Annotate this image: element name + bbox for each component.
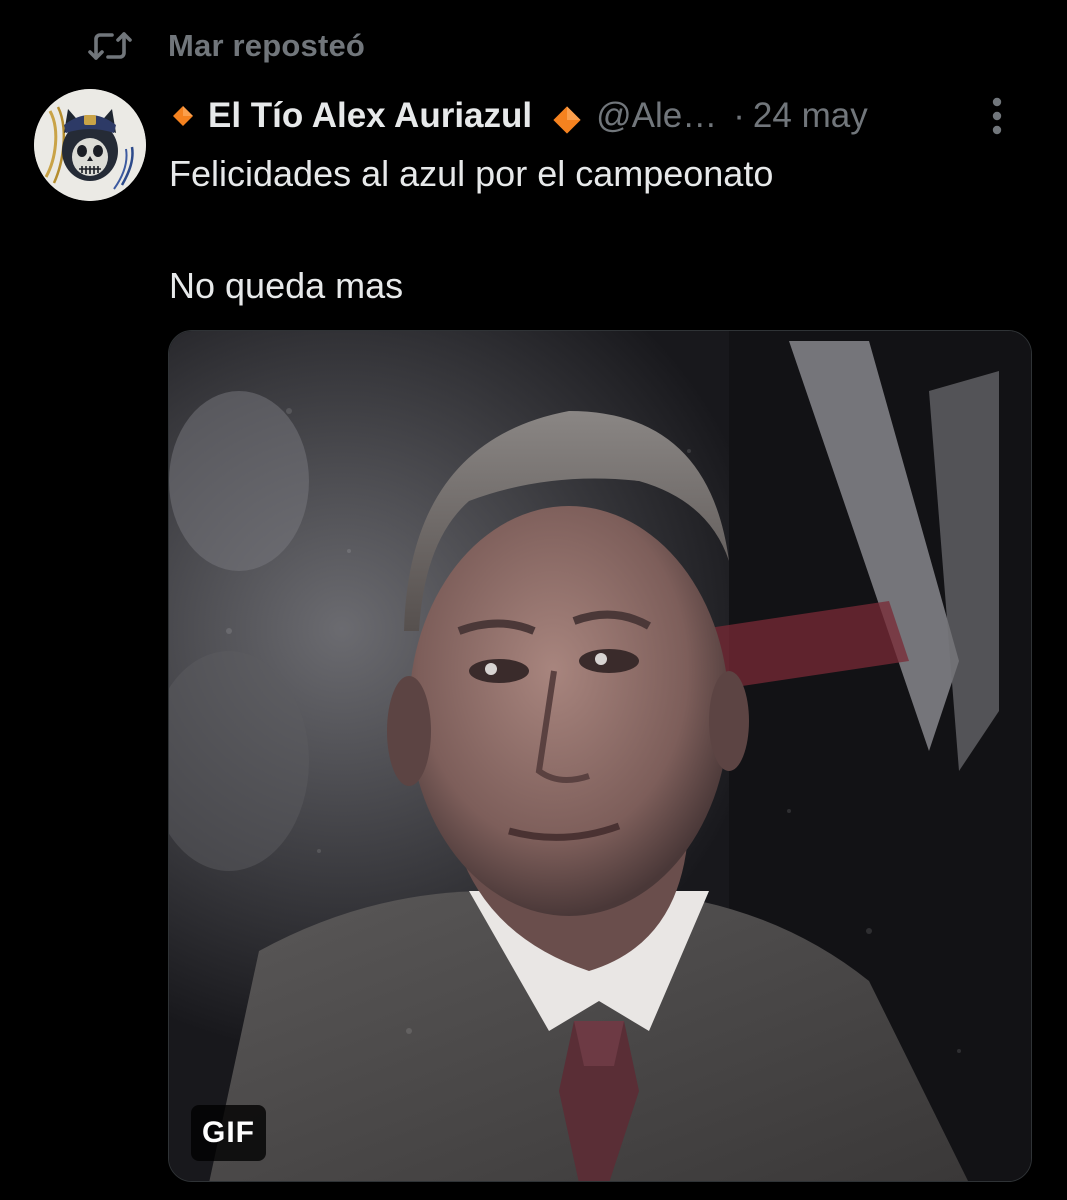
gif-badge: GIF: [191, 1105, 266, 1161]
repost-header: Mar reposteó: [88, 24, 365, 68]
post-text-line: No queda mas: [169, 265, 404, 306]
author-name[interactable]: El Tío Alex Auriazul: [208, 96, 532, 136]
post-header: El Tío Alex Auriazul @Ale… · 24 may: [172, 88, 1037, 144]
repost-icon: [88, 29, 134, 63]
post-text-line: Felicidades al azul por el campeonato: [169, 153, 774, 194]
orange-diamond-icon: [172, 105, 194, 127]
post-text: Felicidades al azul por el campeonato No…: [169, 146, 1029, 314]
separator-dot: ·: [733, 96, 745, 135]
more-vertical-icon[interactable]: [977, 96, 1017, 136]
post-date[interactable]: 24 may: [753, 96, 868, 136]
post-gif-media[interactable]: GIF: [168, 330, 1032, 1182]
orange-diamond-icon: [552, 105, 581, 134]
repost-label[interactable]: Mar reposteó: [168, 28, 365, 64]
gif-frame-image: [169, 331, 1031, 1181]
author-handle[interactable]: @Ale…: [596, 96, 717, 136]
cat-skull-avatar-icon: [34, 89, 146, 201]
avatar[interactable]: [34, 89, 146, 201]
